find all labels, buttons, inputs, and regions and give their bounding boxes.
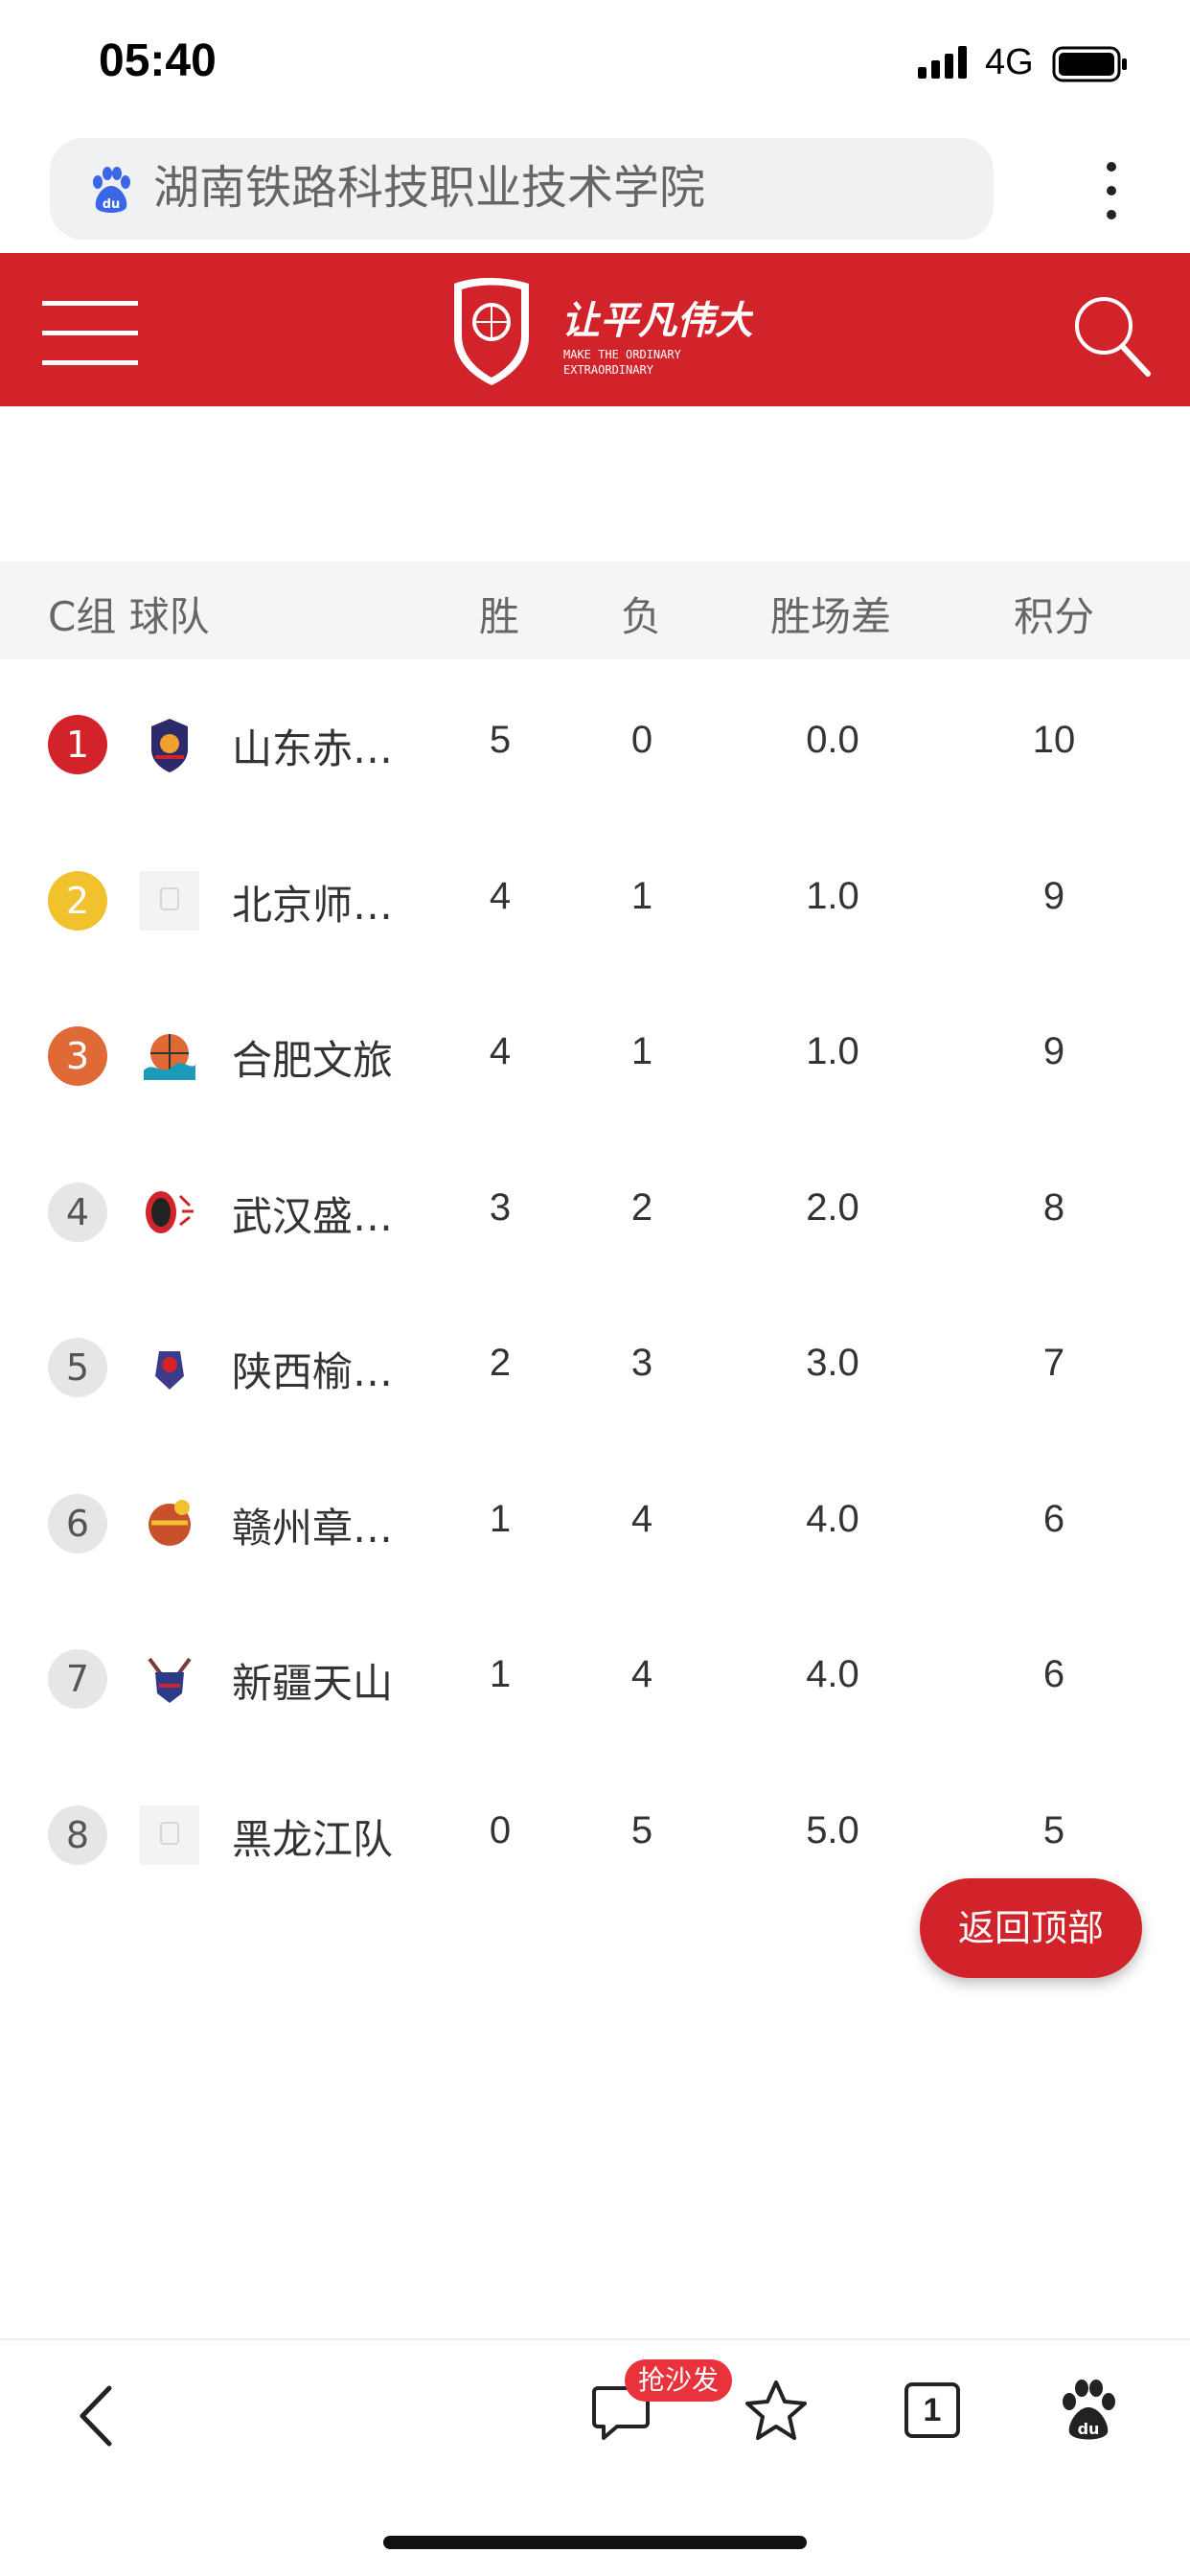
losses-value: 2 (630, 1185, 653, 1229)
svg-text:du: du (1078, 2420, 1100, 2438)
team-name: 赣州章… (232, 1504, 394, 1552)
header-group-team: C组 球队 (48, 593, 210, 640)
standings-header: C组 球队 胜 负 胜场差 积分 (0, 562, 1190, 659)
status-bar: 05:40 4G (0, 0, 1190, 134)
team-name: 新疆天山 (232, 1660, 394, 1707)
logo-slogan: 让平凡伟大 (561, 299, 753, 343)
losses-value: 4 (630, 1653, 653, 1695)
signal-icon (918, 46, 967, 79)
team-name: 武汉盛… (232, 1192, 394, 1240)
points-value: 6 (1042, 1497, 1065, 1540)
games-behind-value: 0.0 (806, 719, 859, 761)
wins-value: 0 (489, 1808, 512, 1852)
points-value: 5 (1042, 1808, 1065, 1852)
rank-badge: 2 (48, 870, 107, 931)
network-label: 4G (985, 42, 1034, 82)
points-value: 6 (1042, 1653, 1065, 1695)
standings-row[interactable]: 4 武汉盛… 3 2 2.0 8 (0, 1135, 1190, 1290)
rank-badge: 8 (48, 1805, 107, 1865)
wins-value: 1 (489, 1653, 512, 1695)
comment-badge: 抢沙发 (625, 2359, 733, 2402)
games-behind-value: 1.0 (806, 874, 859, 917)
search-icon[interactable] (1069, 291, 1152, 378)
shandong-logo-icon (140, 715, 199, 774)
losses-value: 1 (630, 874, 653, 917)
rank-badge: 1 (48, 715, 107, 774)
team-name: 陕西榆… (232, 1348, 394, 1395)
search-bar[interactable]: du 湖南铁路科技职业技术学院 (50, 138, 994, 240)
baidu-paw-icon[interactable]: du (1058, 2379, 1119, 2442)
wuhan-logo-icon (140, 1183, 199, 1242)
back-arrow-icon[interactable] (73, 2382, 121, 2450)
shaanxi-logo-icon (140, 1338, 199, 1397)
more-options-icon[interactable] (1092, 157, 1131, 224)
placeholder-logo-icon (140, 1805, 199, 1865)
team-name: 黑龙江队 (232, 1815, 394, 1863)
losses-value: 0 (630, 719, 653, 761)
menu-icon[interactable] (42, 299, 138, 366)
standings-row[interactable]: 3 合肥文旅 4 1 1.0 9 (0, 978, 1190, 1134)
games-behind-value: 1.0 (806, 1030, 859, 1072)
standings-row[interactable]: 6 赣州章… 1 4 4.0 6 (0, 1446, 1190, 1601)
bottom-nav-bar: 抢沙发 1 du (0, 2338, 1190, 2484)
search-query: 湖南铁路科技职业技术学院 (153, 161, 706, 215)
losses-value: 5 (630, 1808, 653, 1852)
logo-subtitle-2: EXTRAORDINARY (563, 363, 654, 377)
header-wins: 胜 (479, 593, 520, 640)
standings-row[interactable]: 7 新疆天山 1 4 4.0 6 (0, 1601, 1190, 1757)
losses-value: 3 (630, 1342, 653, 1384)
points-value: 8 (1042, 1185, 1065, 1229)
games-behind-value: 5.0 (806, 1808, 859, 1852)
points-value: 10 (1032, 719, 1076, 761)
header-losses: 负 (621, 593, 662, 640)
battery-icon (1052, 46, 1127, 82)
baidu-icon: du (93, 167, 130, 213)
games-behind-value: 3.0 (806, 1342, 859, 1384)
rank-badge: 7 (48, 1649, 107, 1709)
losses-value: 4 (630, 1497, 653, 1540)
hefei-logo-icon (140, 1026, 199, 1086)
wins-value: 2 (489, 1342, 512, 1384)
placeholder-logo-icon (140, 870, 199, 931)
rank-badge: 4 (48, 1182, 107, 1242)
wins-value: 4 (489, 1030, 512, 1072)
team-name: 山东赤… (232, 725, 394, 772)
games-behind-value: 4.0 (806, 1497, 859, 1540)
cba-logo[interactable]: 让平凡伟大 MAKE THE ORDINARY EXTRAORDINARY (446, 272, 753, 389)
home-indicator (383, 2536, 807, 2549)
header-games-behind: 胜场差 (770, 593, 892, 640)
xinjiang-logo-icon (140, 1649, 199, 1709)
header-points: 积分 (1014, 593, 1095, 640)
star-icon[interactable] (744, 2379, 809, 2442)
ganzhou-logo-icon (140, 1494, 199, 1553)
wins-value: 4 (489, 874, 512, 917)
svg-text:du: du (103, 197, 121, 212)
team-name: 合肥文旅 (232, 1037, 394, 1084)
wins-value: 5 (489, 719, 512, 761)
standings-row[interactable]: 5 陕西榆… 2 3 3.0 7 (0, 1290, 1190, 1445)
rank-badge: 3 (48, 1026, 107, 1086)
standings-row[interactable]: 1 山东赤… 5 0 0.0 10 (0, 667, 1190, 822)
logo-subtitle-1: MAKE THE ORDINARY (563, 348, 682, 361)
points-value: 7 (1042, 1342, 1065, 1384)
standings-row[interactable]: 2 北京师… 4 1 1.0 9 (0, 823, 1190, 978)
points-value: 9 (1042, 874, 1065, 917)
rank-badge: 5 (48, 1338, 107, 1397)
wins-value: 3 (489, 1185, 512, 1229)
site-header: 让平凡伟大 MAKE THE ORDINARY EXTRAORDINARY (0, 253, 1190, 406)
points-value: 9 (1042, 1030, 1065, 1072)
team-name: 北京师… (232, 881, 394, 929)
back-to-top-button[interactable]: 返回顶部 (920, 1878, 1142, 1978)
wins-value: 1 (489, 1497, 512, 1540)
losses-value: 1 (630, 1030, 653, 1072)
status-time: 05:40 (99, 35, 217, 86)
games-behind-value: 2.0 (806, 1185, 859, 1229)
rank-badge: 6 (48, 1493, 107, 1553)
tabs-icon[interactable]: 1 (904, 2382, 960, 2438)
games-behind-value: 4.0 (806, 1653, 859, 1695)
